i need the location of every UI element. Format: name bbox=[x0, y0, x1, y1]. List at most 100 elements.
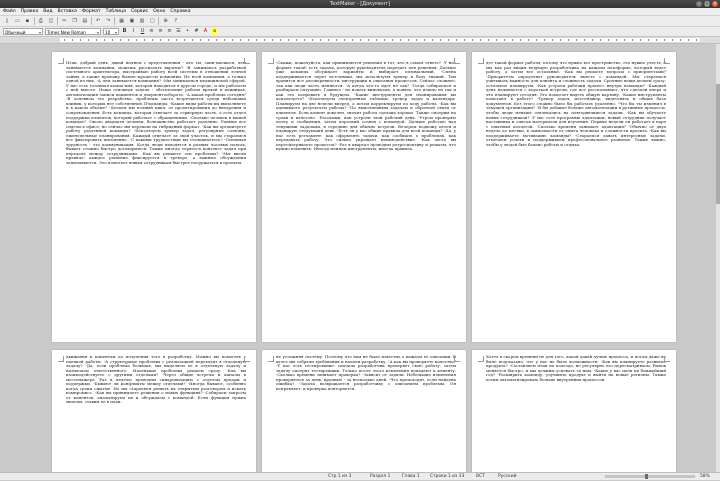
align-center-icon[interactable]: ≡ bbox=[157, 28, 164, 35]
cut-icon[interactable]: ✂ bbox=[60, 17, 68, 25]
page-text[interactable]: Итак, добрый день, давай начнем с предст… bbox=[66, 61, 246, 336]
menu-edit[interactable]: Правка bbox=[21, 8, 38, 15]
ruler-tick bbox=[96, 39, 97, 41]
table-icon[interactable]: ▦ bbox=[118, 17, 126, 25]
document-page[interactable]: Итак, добрый день, давай начнем с предст… bbox=[52, 52, 256, 342]
ruler-tick bbox=[648, 39, 649, 41]
ruler-tick bbox=[536, 39, 537, 41]
page-text[interactable]: Хотел в скором времени не для того, како… bbox=[486, 355, 666, 472]
zoom-icon[interactable]: ⊕ bbox=[162, 17, 170, 25]
ruler-tick bbox=[568, 39, 569, 41]
zoom-slider-knob[interactable] bbox=[645, 474, 648, 479]
ruler-tick bbox=[384, 39, 385, 41]
ruler-tick bbox=[240, 39, 241, 41]
ruler-tick bbox=[608, 39, 609, 41]
ruler-tick bbox=[488, 39, 489, 41]
bullet-list-icon[interactable]: • bbox=[184, 28, 191, 35]
ruler-tick bbox=[208, 39, 209, 41]
ruler-tick bbox=[200, 39, 201, 41]
crop-mark bbox=[244, 356, 250, 362]
menu-view[interactable]: Вид bbox=[43, 8, 52, 15]
font-family-select[interactable]: Times New Roman ▾ bbox=[45, 28, 101, 35]
document-page[interactable]: Хотел в скором времени не для того, како… bbox=[472, 350, 676, 472]
font-family-value: Times New Roman bbox=[47, 30, 86, 35]
vertical-scrollbar[interactable] bbox=[716, 44, 720, 472]
ruler-tick bbox=[248, 39, 249, 41]
ruler-tick bbox=[72, 39, 73, 41]
crop-mark bbox=[244, 58, 250, 64]
ruler-tick bbox=[600, 39, 601, 41]
paragraph-style-select[interactable]: Обычный ▾ bbox=[3, 28, 43, 35]
document-workspace[interactable]: Итак, добрый день, давай начнем с предст… bbox=[0, 44, 716, 472]
redo-icon[interactable]: ↷ bbox=[104, 17, 112, 25]
align-left-icon[interactable]: ≡ bbox=[148, 28, 155, 35]
crop-mark bbox=[58, 356, 64, 362]
ruler-tick bbox=[168, 39, 169, 41]
undo-icon[interactable]: ↶ bbox=[94, 17, 102, 25]
font-size-select[interactable]: 10 ▾ bbox=[103, 28, 119, 35]
ruler-tick bbox=[184, 39, 185, 41]
ruler-tick bbox=[560, 39, 561, 41]
ruler-tick bbox=[672, 39, 673, 41]
ruler-tick bbox=[176, 39, 177, 41]
close-icon[interactable]: × bbox=[712, 1, 718, 7]
menu-table[interactable]: Таблица bbox=[106, 8, 126, 15]
paste-icon[interactable]: ▤ bbox=[81, 17, 89, 25]
document-page[interactable]: -Скажи, пожалуйста, как принимаются реше… bbox=[262, 52, 466, 342]
preview-icon[interactable]: ◫ bbox=[47, 17, 55, 25]
menu-insert[interactable]: Вставка bbox=[58, 8, 77, 15]
image-icon[interactable]: ▣ bbox=[128, 17, 136, 25]
open-icon[interactable]: ▭ bbox=[13, 17, 21, 25]
highlight-icon[interactable]: a bbox=[211, 28, 218, 35]
ruler-tick bbox=[640, 39, 641, 41]
font-color-icon[interactable]: A bbox=[202, 28, 209, 35]
ruler-tick bbox=[440, 39, 441, 41]
ruler-tick bbox=[152, 39, 153, 41]
page-text[interactable]: не усложняя систему. Поэтому что нам не … bbox=[276, 355, 456, 472]
page-text[interactable]: -Скажи, пожалуйста, как принимаются реше… bbox=[276, 61, 456, 336]
menu-file[interactable]: Файл bbox=[3, 8, 16, 15]
italic-icon[interactable]: I bbox=[130, 28, 137, 35]
document-page[interactable]: дет такой формат работы, потому что нужн… bbox=[472, 52, 676, 342]
format-toolbar: Обычный ▾ Times New Roman ▾ 10 ▾ B I U ≡ ≡ … bbox=[0, 27, 720, 37]
page-text[interactable]: дет такой формат работы, потому что нужн… bbox=[486, 61, 666, 336]
menu-format[interactable]: Формат bbox=[82, 8, 101, 15]
new-icon[interactable]: ▯ bbox=[3, 17, 11, 25]
menu-tools[interactable]: Сервис bbox=[131, 8, 148, 15]
ruler-tick bbox=[112, 39, 113, 41]
ruler-tick bbox=[80, 39, 81, 41]
document-page[interactable]: не усложняя систему. Поэтому что нам не … bbox=[262, 350, 466, 472]
document-page[interactable]: движения к клиентам до получения того в … bbox=[52, 350, 256, 472]
ruler-tick bbox=[616, 39, 617, 41]
scrollbar-thumb[interactable] bbox=[716, 84, 720, 204]
menu-window[interactable]: Окно bbox=[153, 8, 165, 15]
frame-icon[interactable]: ▢ bbox=[148, 17, 156, 25]
ruler-tick bbox=[552, 39, 553, 41]
ruler-tick bbox=[448, 39, 449, 41]
help-icon[interactable]: ? bbox=[172, 17, 180, 25]
page-text[interactable]: движения к клиентам до получения того в … bbox=[66, 355, 246, 472]
ruler-tick bbox=[136, 39, 137, 41]
numbered-list-icon[interactable]: # bbox=[193, 28, 200, 35]
print-icon[interactable]: ⎙ bbox=[37, 17, 45, 25]
bold-icon[interactable]: B bbox=[121, 28, 128, 35]
ruler-tick bbox=[216, 39, 217, 41]
maximize-icon[interactable]: □ bbox=[704, 1, 710, 7]
save-icon[interactable]: ▪ bbox=[23, 17, 31, 25]
ruler-tick bbox=[64, 39, 65, 41]
chevron-down-icon: ▾ bbox=[114, 30, 117, 35]
standard-toolbar: ▯ ▭ ▪ ⎙ ◫ ✂ ❐ ▤ ↶ ↷ ▦ ▣ ▥ ▢ ⊕ ? bbox=[0, 16, 720, 27]
underline-icon[interactable]: U bbox=[139, 28, 146, 35]
align-right-icon[interactable]: ≡ bbox=[166, 28, 173, 35]
menu-help[interactable]: Справка bbox=[170, 8, 190, 15]
toolbar-separator bbox=[57, 17, 59, 25]
crop-mark bbox=[58, 58, 64, 64]
chart-icon[interactable]: ▥ bbox=[138, 17, 146, 25]
align-justify-icon[interactable]: ☰ bbox=[175, 28, 182, 35]
horizontal-ruler[interactable] bbox=[0, 37, 720, 44]
minimize-icon[interactable]: – bbox=[696, 1, 702, 7]
zoom-slider[interactable] bbox=[605, 474, 695, 479]
ruler-tick bbox=[416, 39, 417, 41]
copy-icon[interactable]: ❐ bbox=[71, 17, 79, 25]
font-size-value: 10 bbox=[105, 30, 111, 35]
